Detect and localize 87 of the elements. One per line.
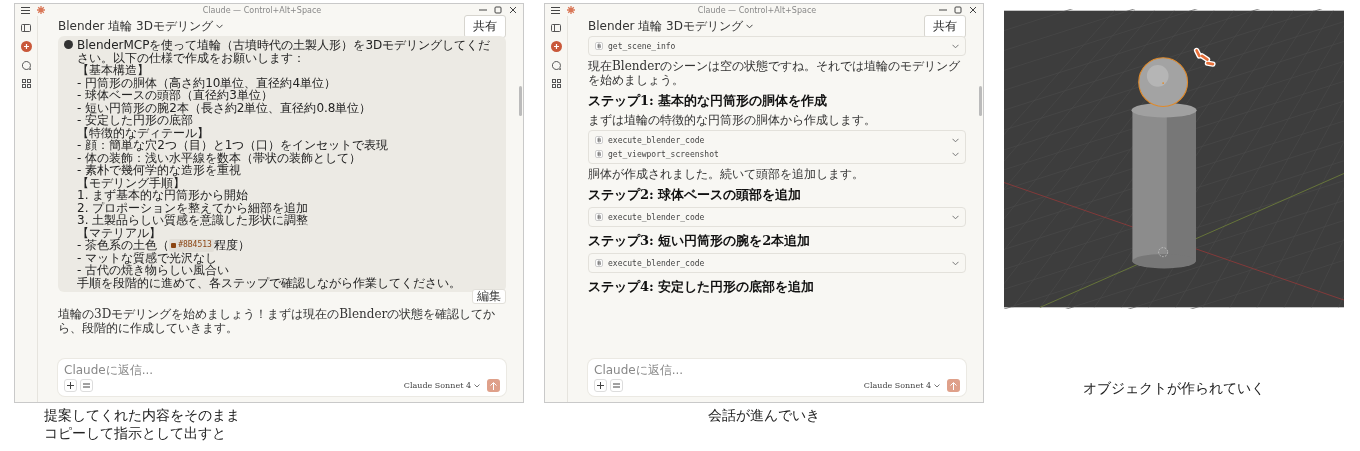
conversation-title[interactable]: Blender 埴輪 3Dモデリング xyxy=(588,17,743,35)
chevron-down-icon[interactable] xyxy=(952,43,959,49)
message-line: 1. まず基本的な円筒形から開始 xyxy=(77,189,250,202)
message-line: - 円筒形の胴体（高さ約10単位、直径約4単位） xyxy=(77,76,338,89)
menu-icon[interactable] xyxy=(551,6,560,14)
new-chat-icon[interactable] xyxy=(550,41,562,52)
caption: 会話が進んでいき xyxy=(708,406,820,424)
tool-name[interactable]: execute_blender_code xyxy=(608,135,947,145)
step-heading: ステップ2: 球体ベースの頭部を追加 xyxy=(588,186,803,204)
chevron-down-icon[interactable] xyxy=(952,214,959,220)
minimize-icon[interactable] xyxy=(479,6,487,14)
chat-bubble-icon[interactable] xyxy=(551,61,561,70)
reply-input[interactable]: Claudeに返信... Claude Sonnet 4 xyxy=(588,359,966,396)
model-selector[interactable]: Claude Sonnet 4 xyxy=(863,381,931,390)
chevron-down-icon[interactable] xyxy=(216,23,223,29)
scrollbar-thumb[interactable] xyxy=(519,86,522,116)
chevron-down-icon[interactable] xyxy=(952,151,959,157)
user-avatar xyxy=(64,40,73,49)
lines-icon xyxy=(83,382,90,389)
chevron-down-icon[interactable] xyxy=(952,260,959,266)
tool-name[interactable]: get_viewport_screenshot xyxy=(608,149,947,159)
window-title: Claude — Control+Alt+Space xyxy=(696,5,818,15)
message-line: - 安定した円形の底部 xyxy=(77,114,195,127)
sidebar-toggle-icon[interactable] xyxy=(21,24,31,32)
tool-name[interactable]: get_scene_info xyxy=(608,41,947,51)
model-selector[interactable]: Claude Sonnet 4 xyxy=(403,381,471,390)
message-line: 【基本構造】 xyxy=(77,64,149,77)
message-line: - 古代の焼き物らしい風合い xyxy=(77,264,231,277)
message-line: 【特徴的なディテール】 xyxy=(77,126,210,139)
chat-bubble-icon[interactable] xyxy=(21,61,31,70)
edit-button[interactable]: 編集 xyxy=(472,289,506,304)
send-button[interactable] xyxy=(947,379,960,392)
tool-name[interactable]: execute_blender_code xyxy=(608,258,947,268)
message-line: 【モデリング手順】 xyxy=(77,176,185,189)
message-line: - 顔：簡単な穴2つ（目）と1つ（口）をインセットで表現 xyxy=(77,139,390,152)
close-icon[interactable] xyxy=(969,6,977,14)
caption: 提案してくれた内容をそのまま xyxy=(44,406,240,424)
step-heading: ステップ1: 基本的な円筒形の胴体を作成 xyxy=(588,92,829,110)
reply-paragraph: 胴体が作成されました。続いて頭部を追加します。 xyxy=(588,167,865,181)
chevron-down-icon[interactable] xyxy=(952,137,959,143)
menu-icon[interactable] xyxy=(21,6,30,14)
logo-icon xyxy=(37,6,45,14)
reply-input[interactable]: Claudeに返信... Claude Sonnet 4 xyxy=(58,359,506,396)
chevron-down-icon[interactable] xyxy=(746,23,753,29)
message-text: - 茶色系の土色（ xyxy=(77,239,170,252)
message-text: 程度） xyxy=(213,239,250,252)
message-line: 手順を段階的に進めて、各ステップで確認しながら作業してください。 xyxy=(77,276,462,289)
conversation-title[interactable]: Blender 埴輪 3Dモデリング xyxy=(58,17,213,35)
message-line: 3. 土製品らしい質感を意識した形状に調整 xyxy=(77,214,310,227)
message-line: - 体の装飾：浅い水平線を数本（帯状の装飾として） xyxy=(77,151,362,164)
color-code: #8B4513 xyxy=(178,239,212,251)
maximize-icon[interactable] xyxy=(494,6,502,14)
step-heading: ステップ4: 安定した円形の底部を追加 xyxy=(588,278,816,296)
logo-icon xyxy=(567,6,575,14)
reply-paragraph: まずは埴輪の特徴的な円筒形の胴体から作成します。 xyxy=(588,113,877,127)
step-heading: ステップ3: 短い円筒形の腕を2本追加 xyxy=(588,232,812,250)
minimize-icon[interactable] xyxy=(939,6,947,14)
reply-paragraph: 現在Blenderのシーンは空の状態ですね。それでは埴輪のモデリングを始めましょう。 xyxy=(588,59,961,87)
plus-icon xyxy=(67,382,74,389)
chevron-down-icon[interactable] xyxy=(474,383,480,388)
caption: コピーして指示として出すと xyxy=(44,424,226,442)
window-title: Claude — Control+Alt+Space xyxy=(201,5,323,15)
plus-icon xyxy=(597,382,604,389)
message-line: - 短い円筒形の腕2本（長さ約2単位、直径約0.8単位） xyxy=(77,101,373,114)
message-line: 【マテリアル】 xyxy=(77,226,161,239)
maximize-icon[interactable] xyxy=(954,6,962,14)
message-line: 2. プロポーションを整えてから細部を追加 xyxy=(77,201,310,214)
send-button[interactable] xyxy=(487,379,500,392)
grid-icon[interactable] xyxy=(551,79,561,88)
reply-paragraph: 埴輪の3Dモデリングを始めましょう！まずは現在のBlenderの状態を確認してから、段階的に作成していきます。 xyxy=(58,307,497,335)
new-chat-icon[interactable] xyxy=(20,41,32,52)
sidebar-toggle-icon[interactable] xyxy=(551,24,561,32)
grid-icon[interactable] xyxy=(21,79,31,88)
message-line: BlenderMCPを使って埴輪（古墳時代の土製人形）を3Dモデリングしてください。以下の仕様で作成をお願いします： xyxy=(77,39,492,64)
message-line: - マットな質感で光沢なし xyxy=(77,251,218,264)
caption: オブジェクトが作られていく xyxy=(1083,379,1265,397)
share-button[interactable]: 共有 xyxy=(924,14,966,38)
chevron-down-icon[interactable] xyxy=(934,383,940,388)
message-line: - 素朴で幾何学的な造形を重視 xyxy=(77,164,243,177)
tool-name[interactable]: execute_blender_code xyxy=(608,212,947,222)
add-button[interactable] xyxy=(64,379,77,392)
lines-icon xyxy=(613,382,620,389)
share-button[interactable]: 共有 xyxy=(464,14,506,38)
close-icon[interactable] xyxy=(509,6,517,14)
message-line: - 球体ベースの頭部（直径約3単位） xyxy=(77,89,273,102)
add-button[interactable] xyxy=(594,379,607,392)
scrollbar-thumb[interactable] xyxy=(979,86,982,116)
